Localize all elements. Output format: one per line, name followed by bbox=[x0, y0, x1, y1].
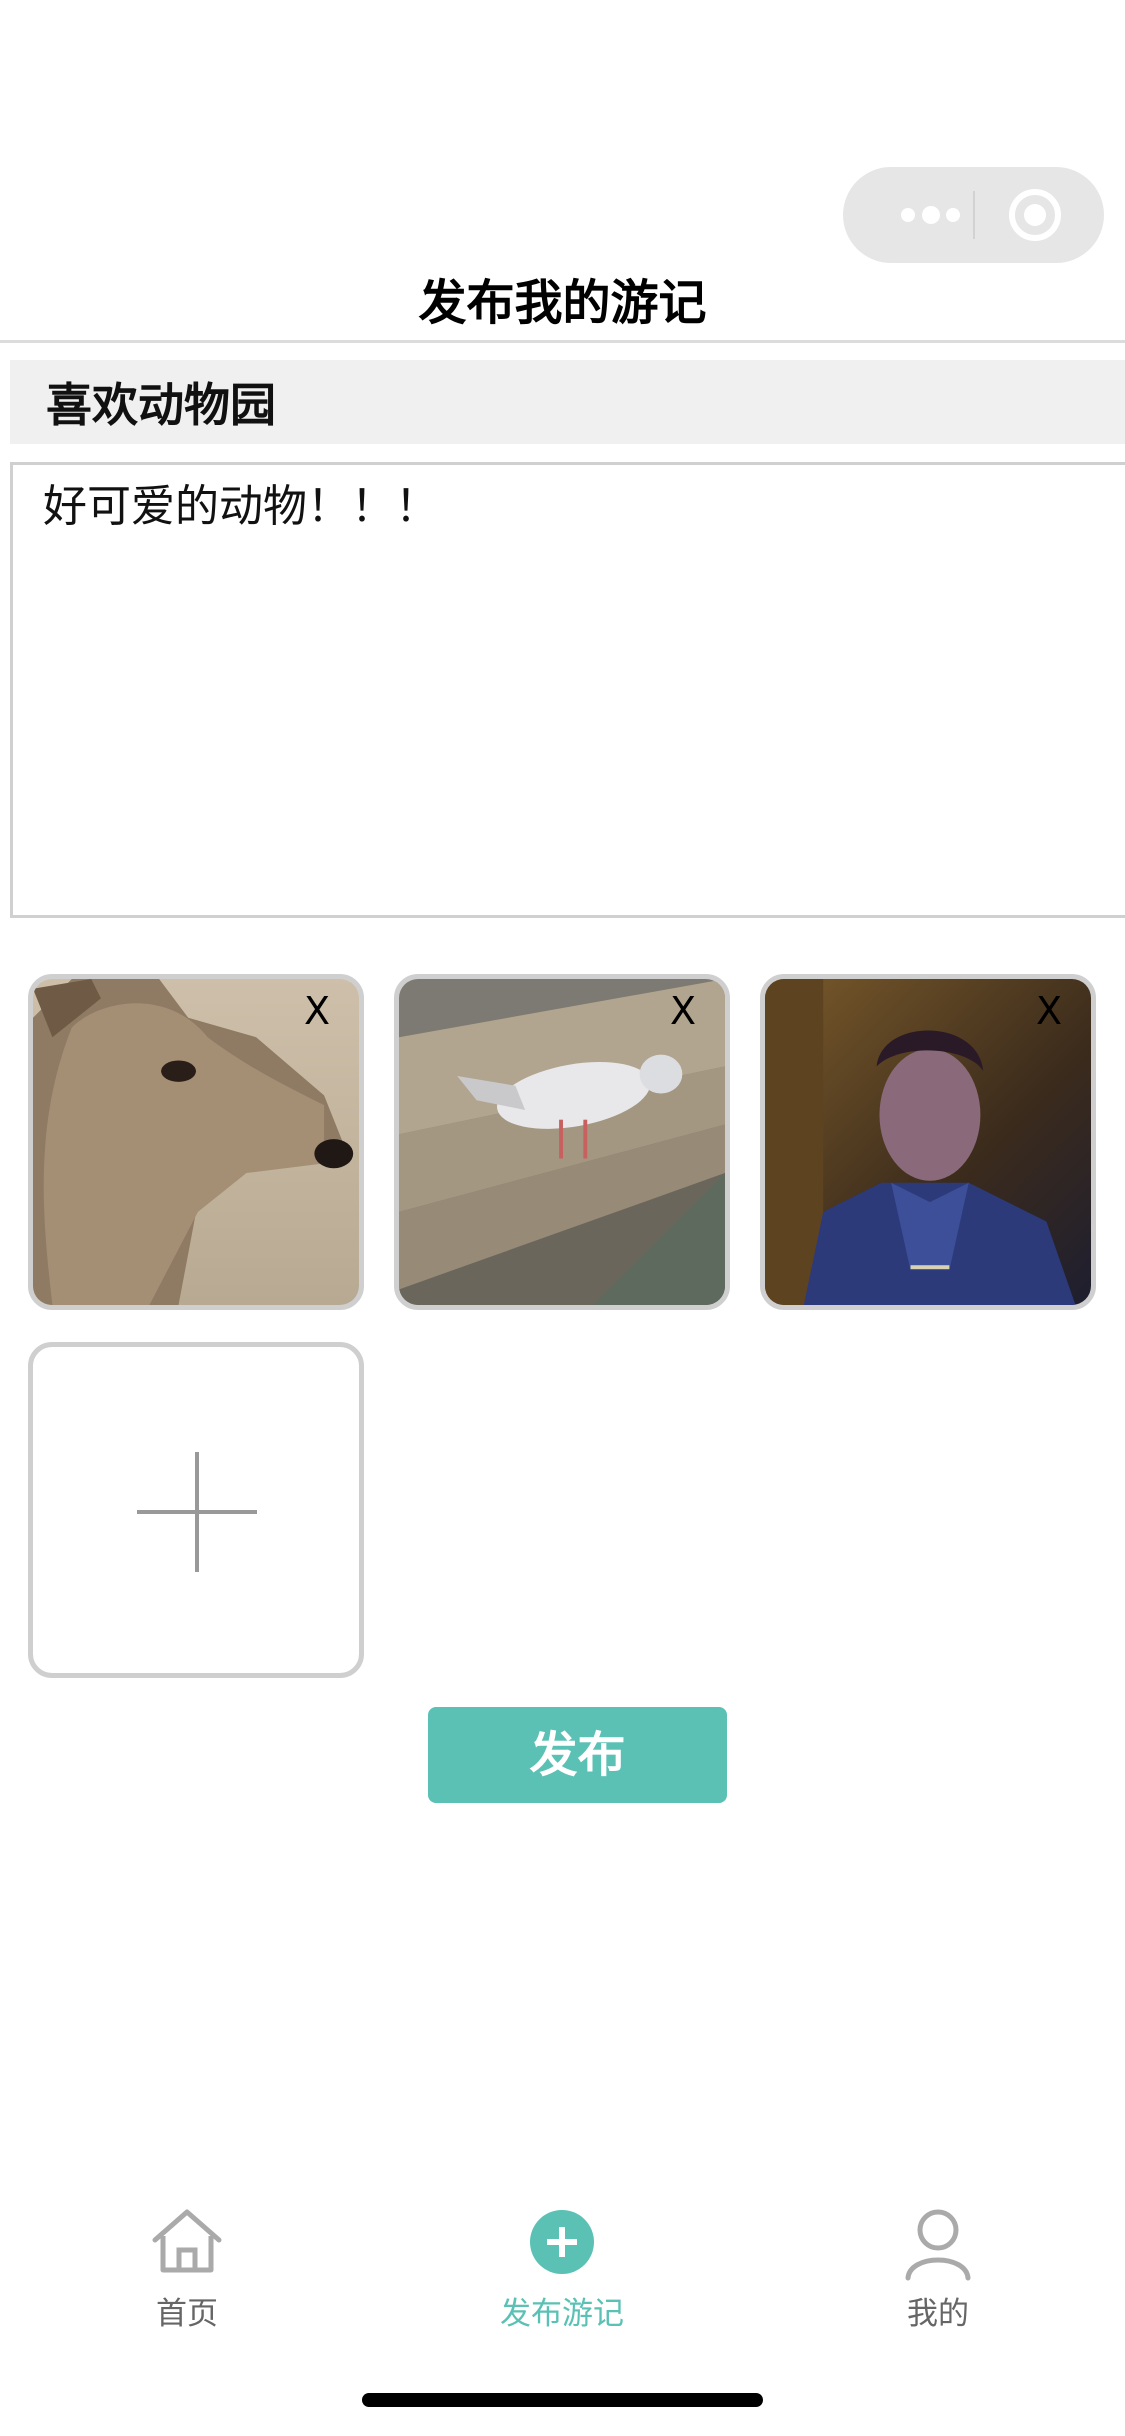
capsule-divider bbox=[973, 191, 975, 239]
tab-publish[interactable]: 发布游记 bbox=[462, 2202, 662, 2332]
title-input[interactable] bbox=[10, 360, 1125, 444]
tab-mine[interactable]: 我的 bbox=[838, 2202, 1038, 2332]
image-thumb-character[interactable]: X bbox=[760, 974, 1096, 1310]
publish-button[interactable]: 发布 bbox=[428, 1707, 727, 1803]
plus-icon-vertical bbox=[195, 1452, 199, 1572]
close-miniprogram-icon[interactable] bbox=[1007, 187, 1063, 243]
tab-home-label: 首页 bbox=[156, 2296, 218, 2332]
plus-circle-icon bbox=[530, 2210, 594, 2274]
user-icon bbox=[905, 2209, 971, 2281]
content-textarea[interactable]: 好可爱的动物！！！ bbox=[10, 462, 1125, 918]
tab-publish-label: 发布游记 bbox=[500, 2296, 624, 2332]
home-icon bbox=[152, 2209, 222, 2273]
tab-mine-label: 我的 bbox=[907, 2296, 969, 2332]
image-thumb-deer[interactable]: X bbox=[28, 974, 364, 1310]
header-divider bbox=[0, 340, 1125, 343]
delete-image-button[interactable]: X bbox=[663, 991, 703, 1031]
miniprogram-capsule bbox=[843, 167, 1104, 263]
tab-home[interactable]: 首页 bbox=[87, 2202, 287, 2332]
delete-image-button[interactable]: X bbox=[297, 991, 337, 1031]
image-thumb-pigeon[interactable]: X bbox=[394, 974, 730, 1310]
page-title: 发布我的游记 bbox=[418, 275, 707, 331]
delete-image-button[interactable]: X bbox=[1029, 991, 1069, 1031]
publish-travel-note-screen: 发布我的游记 好可爱的动物！！！ X bbox=[0, 0, 1125, 2436]
home-indicator bbox=[362, 2393, 763, 2407]
add-image-button[interactable] bbox=[28, 1342, 364, 1678]
more-icon[interactable] bbox=[883, 167, 973, 263]
